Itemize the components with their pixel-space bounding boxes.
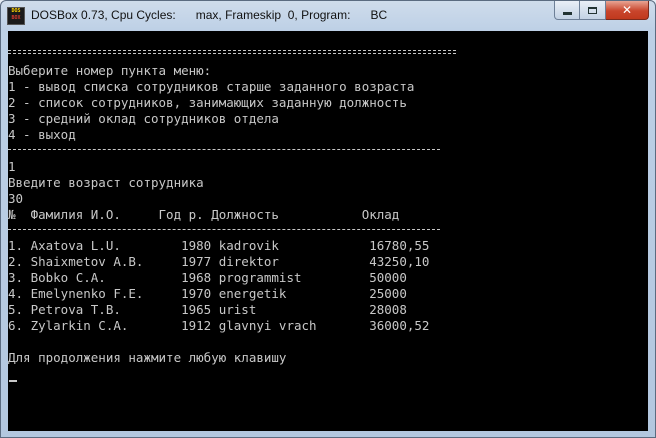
table-row: 5. Petrova T.B. 1965 urist 28008 [8,302,407,317]
menu-double-separator [8,50,456,54]
window-controls: ✕ [554,1,649,21]
table-header: № Фамилия И.О. Год р. Должность Оклад [8,207,400,222]
maximize-icon [588,6,597,14]
menu-prompt: Выберите номер пункта меню: [8,63,212,78]
menu-item-3: 3 - средний оклад сотрудников отдела [8,111,279,126]
user-choice: 1 [8,159,16,174]
menu-item-2: 2 - список сотрудников, занимающих задан… [8,95,407,110]
age-value: 30 [8,191,24,206]
close-icon: ✕ [621,3,633,17]
menu-item-1: 1 - вывод списка сотрудников старше зада… [8,79,415,94]
continue-prompt: Для продолжения нажмите любую клавишу [8,350,287,365]
app-icon-text-bottom: BOX [11,15,21,21]
text-cursor [9,380,17,382]
table-header-separator [8,229,440,230]
menu-single-separator [8,149,440,150]
dosbox-window: DOS BOX DOSBox 0.73, Cpu Cycles: max, Fr… [0,0,656,438]
title-bar[interactable]: DOS BOX DOSBox 0.73, Cpu Cycles: max, Fr… [1,1,655,31]
window-title: DOSBox 0.73, Cpu Cycles: max, Frameskip … [31,8,388,22]
table-row: 4. Emelynenko F.E. 1970 energetik 25000 [8,286,407,301]
table-row: 3. Bobko C.A. 1968 programmist 50000 [8,270,407,285]
table-row: 2. Shaixmetov A.B. 1977 direktor 43250,1… [8,254,430,269]
dosbox-app-icon[interactable]: DOS BOX [7,7,25,25]
dos-console[interactable]: Выберите номер пункта меню: 1 - вывод сп… [8,31,648,431]
menu-item-4: 4 - выход [8,127,76,142]
minimize-icon [562,11,572,15]
table-row: 6. Zylarkin C.A. 1912 glavnyi vrach 3600… [8,318,430,333]
maximize-button[interactable] [580,1,606,20]
minimize-button[interactable] [554,1,580,20]
age-prompt: Введите возраст сотрудника [8,175,204,190]
close-button[interactable]: ✕ [606,1,649,20]
table-row: 1. Axatova L.U. 1980 kadrovik 16780,55 [8,238,430,253]
